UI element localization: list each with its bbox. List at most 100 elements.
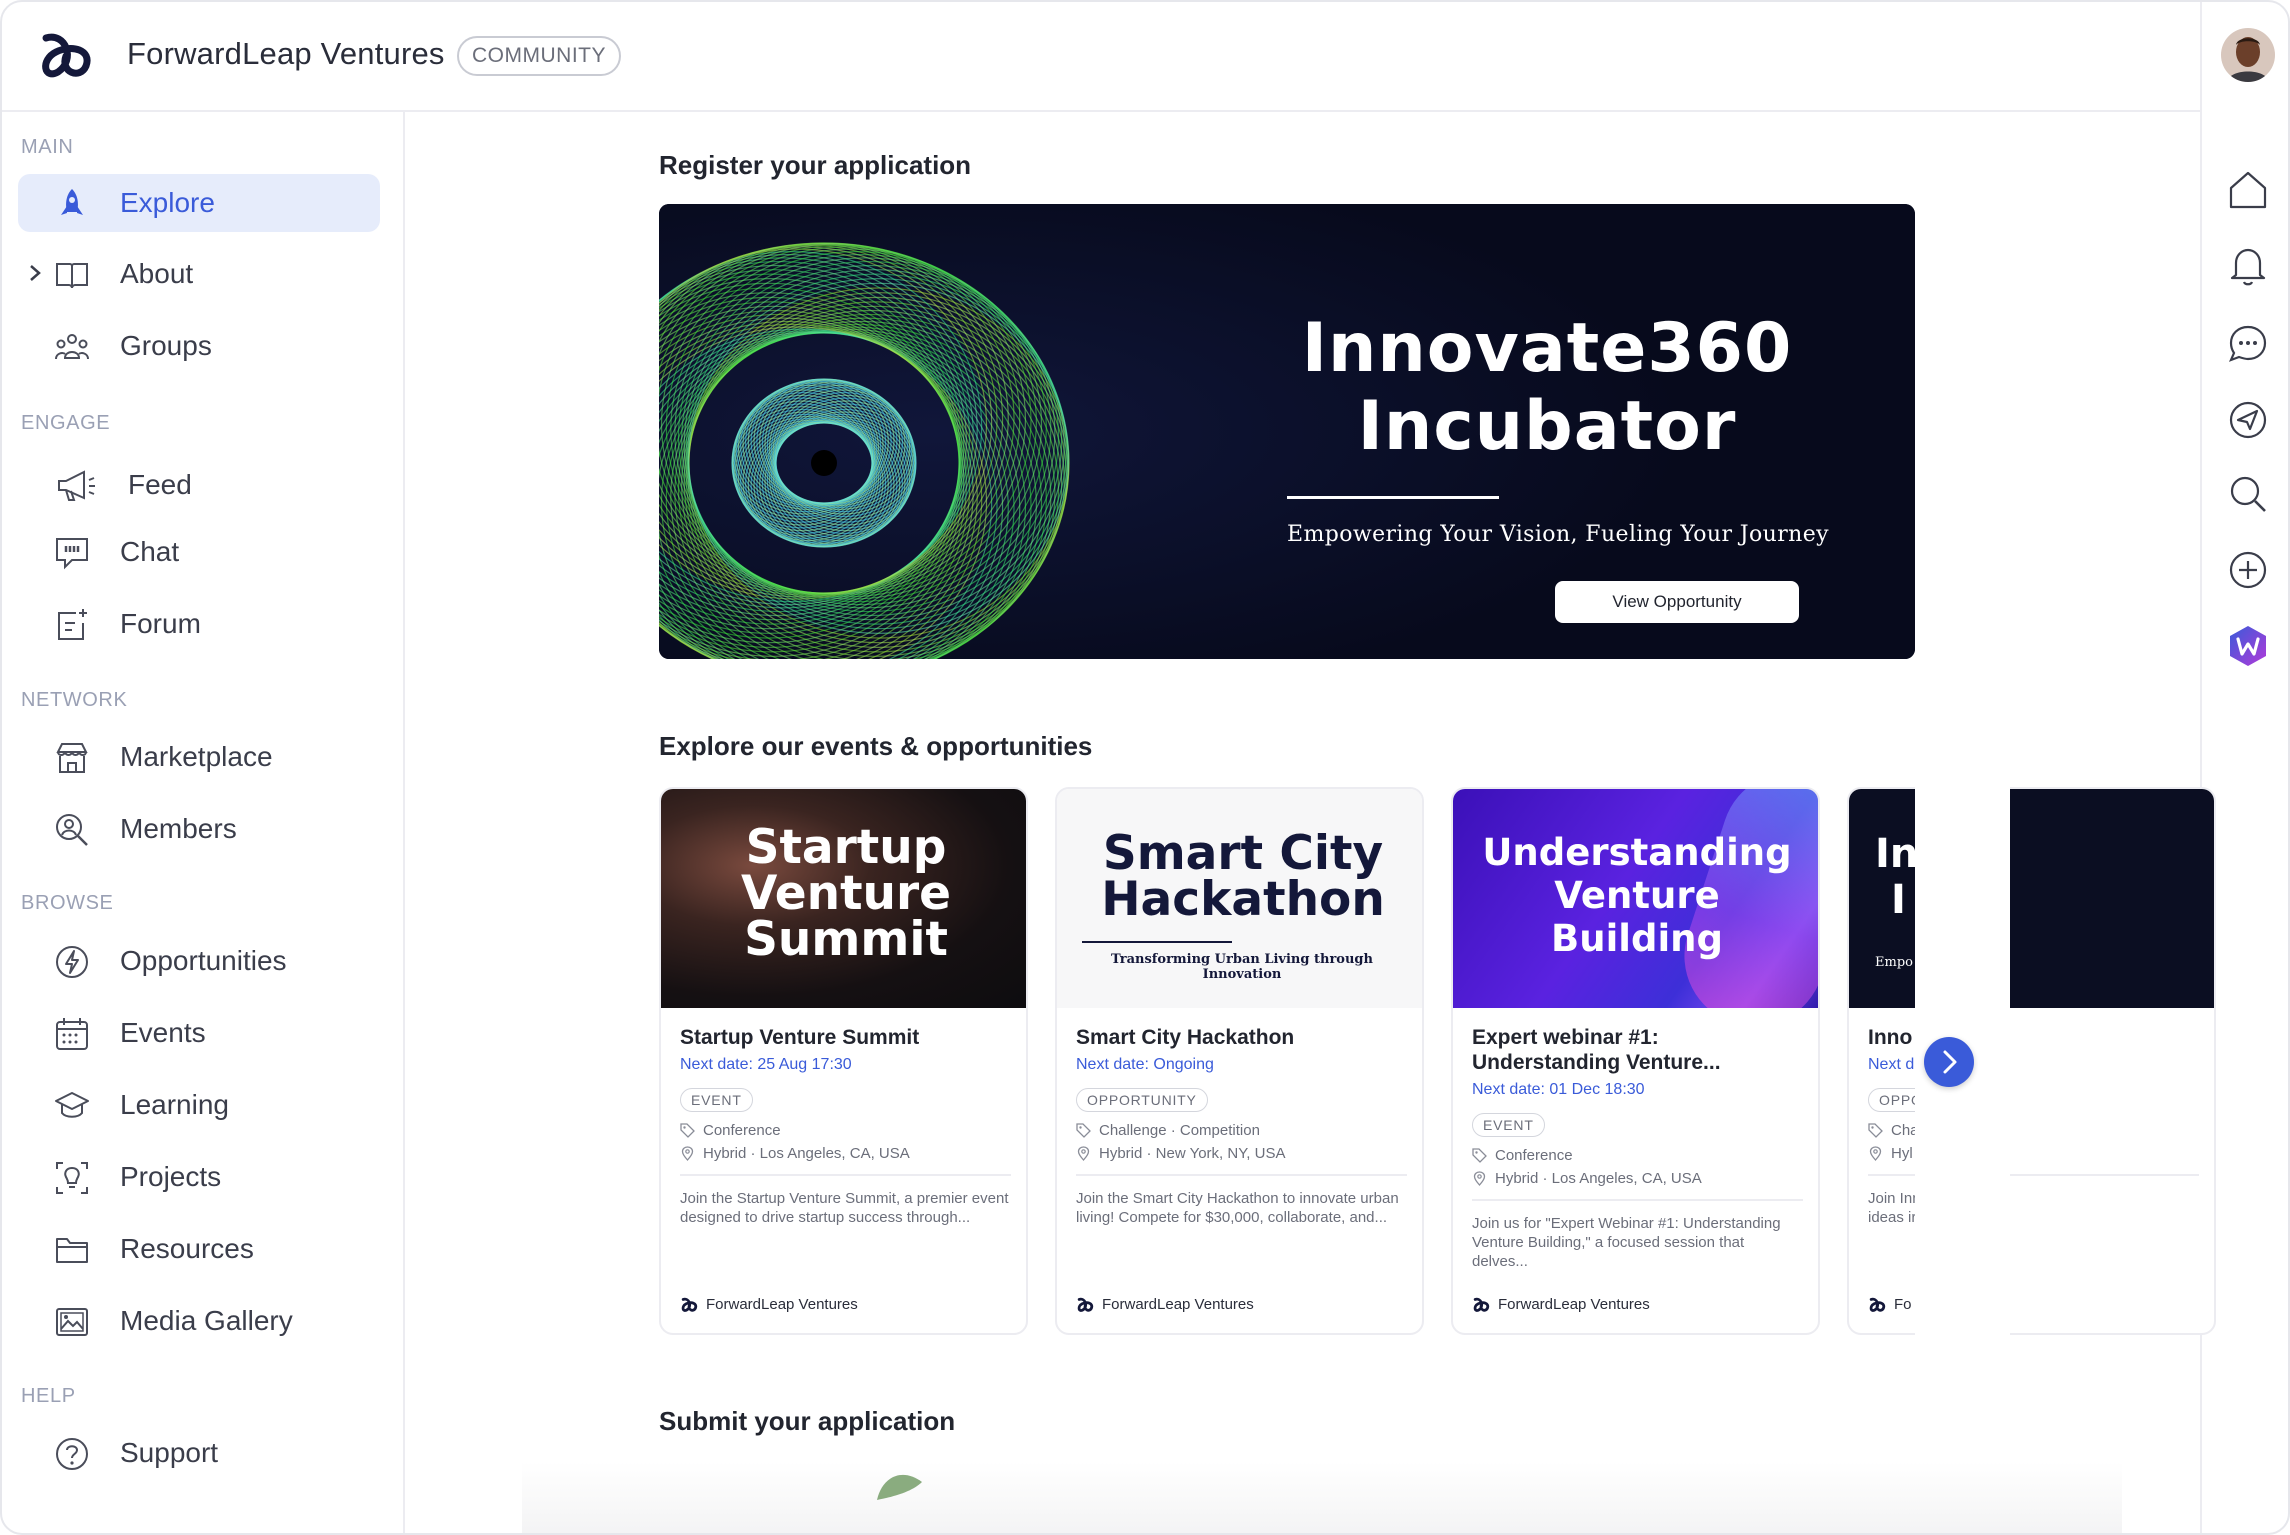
bell-icon[interactable] bbox=[2226, 244, 2270, 288]
submit-heading: Submit your application bbox=[659, 1406, 956, 1436]
card-date: Next date: 01 Dec 18:30 bbox=[1472, 1081, 1645, 1098]
sidebar-item-resources[interactable]: Resources bbox=[18, 1220, 380, 1278]
banner-title-line2: Incubator bbox=[1357, 387, 1737, 466]
banner-divider bbox=[1287, 496, 1499, 499]
sidebar-item-explore[interactable]: Explore bbox=[18, 174, 380, 232]
organizer-logo-icon bbox=[681, 1297, 698, 1312]
section-label-network: NETWORK bbox=[21, 689, 128, 711]
card-divider bbox=[680, 1174, 1011, 1176]
section-label-main: MAIN bbox=[21, 136, 74, 158]
banner-title: Innovate360 Incubator bbox=[1287, 310, 1807, 466]
explore-heading: Explore our events & opportunities bbox=[659, 731, 1093, 761]
sidebar-item-label: Resources bbox=[120, 1233, 254, 1264]
brand-name[interactable]: ForwardLeap Ventures bbox=[127, 36, 445, 72]
tag-icon bbox=[1472, 1148, 1487, 1163]
sidebar-item-label: Feed bbox=[128, 469, 192, 500]
card-title[interactable]: Startup Venture Summit bbox=[680, 1025, 1011, 1050]
brand-logo-icon[interactable] bbox=[36, 30, 94, 82]
sidebar-item-groups[interactable]: Groups bbox=[18, 317, 380, 375]
sidebar-item-members[interactable]: Members bbox=[18, 800, 380, 858]
tag-icon bbox=[1076, 1123, 1091, 1138]
view-opportunity-button[interactable]: View Opportunity bbox=[1555, 581, 1799, 623]
send-icon[interactable] bbox=[2226, 398, 2270, 442]
w-app-icon[interactable] bbox=[2226, 624, 2270, 668]
card-image-subtitle: Empo bbox=[1875, 955, 1913, 970]
card-image-title: In I bbox=[1875, 831, 1919, 923]
card-type-badge: EVENT bbox=[1472, 1113, 1545, 1137]
card-image-divider bbox=[1082, 941, 1232, 943]
sidebar-item-label: Chat bbox=[120, 536, 180, 567]
user-avatar[interactable] bbox=[2221, 28, 2275, 82]
card-type-badge: EVENT bbox=[680, 1088, 753, 1112]
sidebar-item-label: Opportunities bbox=[120, 945, 287, 976]
section-label-browse: BROWSE bbox=[21, 892, 114, 914]
question-circle-icon bbox=[56, 1438, 88, 1470]
sidebar-item-chat[interactable]: Chat bbox=[18, 523, 380, 581]
calendar-icon bbox=[56, 1018, 88, 1050]
chevron-right-icon[interactable] bbox=[24, 262, 46, 284]
card-image-title: Startup Venture Summit bbox=[740, 820, 952, 967]
image-gallery-icon bbox=[56, 1308, 88, 1336]
card-body: Startup Venture Summit Next date: 25 Aug… bbox=[680, 1025, 1011, 1227]
top-bar: ForwardLeap Ventures COMMUNITY bbox=[2, 2, 2200, 112]
card-image: In I Empo bbox=[1849, 789, 2214, 1008]
featured-banner[interactable]: Innovate360 Incubator Empowering Your Vi… bbox=[659, 204, 1915, 659]
card-title[interactable]: Expert webinar #1: Understanding Venture… bbox=[1472, 1025, 1803, 1075]
sidebar-item-marketplace[interactable]: Marketplace bbox=[18, 728, 380, 786]
chat-bubble-icon[interactable] bbox=[2226, 322, 2270, 366]
event-card[interactable]: In I Empo Inno Next d OPPO Cha Hyl Join … bbox=[1847, 787, 2216, 1335]
banner-subtitle: Empowering Your Vision, Fueling Your Jou… bbox=[1287, 522, 1829, 547]
home-icon[interactable] bbox=[2226, 168, 2270, 212]
sidebar-item-label: Events bbox=[120, 1017, 206, 1048]
lightbulb-icon bbox=[56, 1162, 88, 1194]
card-category: Conference bbox=[680, 1122, 1011, 1139]
decorative-leaf-icon bbox=[877, 1474, 922, 1500]
card-category: Conference bbox=[1472, 1147, 1803, 1164]
sidebar-item-projects[interactable]: Projects bbox=[18, 1148, 380, 1206]
organizer-logo-icon bbox=[1869, 1297, 1886, 1312]
card-description: Join us for "Expert Webinar #1: Understa… bbox=[1472, 1214, 1781, 1270]
sidebar-item-learning[interactable]: Learning bbox=[18, 1076, 380, 1134]
sidebar-item-label: Forum bbox=[120, 608, 201, 639]
storefront-icon bbox=[56, 743, 88, 773]
card-image-title: Smart City Hackathon bbox=[1101, 826, 1385, 927]
card-body: Expert webinar #1: Understanding Venture… bbox=[1472, 1025, 1803, 1271]
megaphone-icon bbox=[58, 470, 95, 501]
app-window: ForwardLeap Ventures COMMUNITY MAIN Expl… bbox=[0, 0, 2290, 1535]
location-pin-icon bbox=[681, 1146, 694, 1161]
chevron-right-icon bbox=[1943, 1050, 1957, 1074]
sidebar-item-support[interactable]: Support bbox=[18, 1424, 380, 1482]
sidebar-item-forum[interactable]: Forum bbox=[18, 595, 380, 653]
card-title[interactable]: Smart City Hackathon bbox=[1076, 1025, 1407, 1050]
register-heading: Register your application bbox=[659, 150, 972, 180]
sidebar-item-label: Explore bbox=[120, 187, 215, 218]
card-organizer: Fo bbox=[1868, 1296, 1912, 1313]
organizer-logo-icon bbox=[1473, 1297, 1490, 1312]
card-organizer: ForwardLeap Ventures bbox=[1472, 1296, 1650, 1313]
sidebar-item-media-gallery[interactable]: Media Gallery bbox=[18, 1292, 380, 1350]
event-card[interactable]: Smart City Hackathon Transforming Urban … bbox=[1055, 787, 1424, 1335]
chat-quote-icon bbox=[56, 538, 88, 570]
card-image: Understanding Venture Building bbox=[1453, 789, 1818, 1008]
sidebar-item-events[interactable]: Events bbox=[18, 1004, 380, 1062]
carousel-next-button[interactable] bbox=[1924, 1037, 1974, 1087]
graduation-cap-icon bbox=[55, 1092, 89, 1118]
card-divider bbox=[1472, 1199, 1803, 1201]
card-description: Join the Smart City Hackathon to innovat… bbox=[1076, 1189, 1399, 1226]
card-date: Next date: 25 Aug 17:30 bbox=[680, 1056, 852, 1073]
search-icon[interactable] bbox=[2226, 472, 2270, 516]
sidebar-item-about[interactable]: About bbox=[18, 245, 380, 303]
plus-circle-icon[interactable] bbox=[2226, 548, 2270, 592]
card-location: Hybrid · Los Angeles, CA, USA bbox=[1472, 1170, 1803, 1187]
community-badge: COMMUNITY bbox=[457, 36, 621, 76]
sidebar-item-label: Learning bbox=[120, 1089, 229, 1120]
event-card[interactable]: Startup Venture Summit Startup Venture S… bbox=[659, 787, 1028, 1335]
sidebar: MAIN Explore About Groups ENGAGE Feed Ch… bbox=[2, 112, 405, 1533]
sidebar-item-feed[interactable]: Feed bbox=[18, 456, 380, 514]
card-date: Next date: Ongoing bbox=[1076, 1056, 1214, 1073]
forum-icon bbox=[58, 609, 87, 640]
tag-icon bbox=[680, 1123, 695, 1138]
sidebar-item-opportunities[interactable]: Opportunities bbox=[18, 932, 380, 990]
location-pin-icon bbox=[1869, 1146, 1882, 1161]
event-card[interactable]: Understanding Venture Building Expert we… bbox=[1451, 787, 1820, 1335]
